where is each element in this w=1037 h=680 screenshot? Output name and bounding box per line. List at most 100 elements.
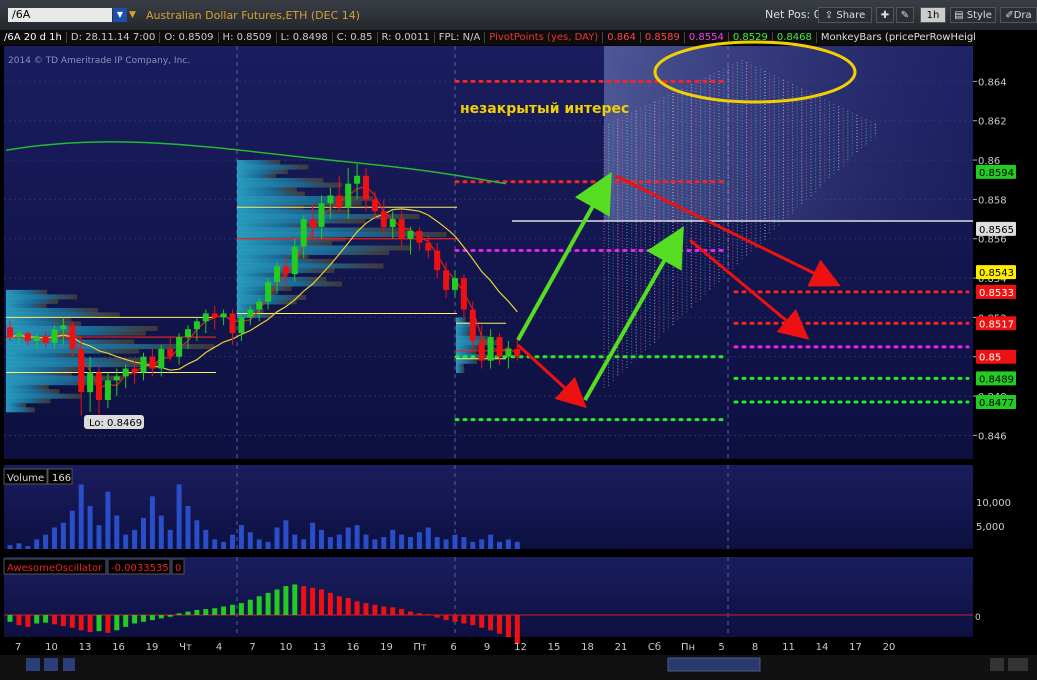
zoom-in-icon[interactable] bbox=[26, 658, 40, 671]
ao-bar bbox=[363, 603, 369, 615]
volume-bar bbox=[96, 525, 102, 549]
wrench-icon[interactable]: ✎ bbox=[896, 7, 914, 23]
price-label-box bbox=[976, 394, 1016, 409]
volume-profile-row bbox=[456, 317, 466, 323]
volume-profile-row bbox=[237, 214, 420, 220]
candle-body bbox=[122, 368, 129, 377]
volume-profile-row bbox=[6, 384, 49, 390]
price-label: 0.8565 bbox=[979, 225, 1014, 236]
svg-text:Lo: 0.8469: Lo: 0.8469 bbox=[89, 418, 142, 429]
volume-bar bbox=[149, 496, 155, 549]
scroll-controls[interactable] bbox=[26, 657, 1028, 672]
bar-close: C: 0.85 bbox=[332, 32, 378, 43]
volume-profile-row bbox=[237, 200, 362, 206]
volume-bar bbox=[16, 543, 22, 549]
volume-profile-row bbox=[237, 276, 327, 282]
ao-bar bbox=[274, 589, 280, 615]
ao-bar bbox=[149, 615, 155, 621]
volume-profile-row bbox=[237, 196, 374, 202]
volume-profile-row bbox=[237, 290, 277, 296]
pivot-label[interactable]: PivotPoints (yes, DAY) bbox=[485, 32, 604, 43]
crosshair-tool-icon[interactable]: ✚ bbox=[876, 7, 894, 23]
candle-body bbox=[309, 219, 316, 227]
lo-label: Lo: 0.8469 bbox=[84, 415, 144, 429]
drawings-button[interactable]: ✐Dra bbox=[1000, 7, 1037, 23]
volume-bar bbox=[470, 541, 476, 549]
volume-profile-row bbox=[237, 236, 346, 242]
time-tick-label: 4 bbox=[216, 642, 222, 653]
price-tick-label: 0.852 bbox=[978, 313, 1007, 324]
volume-profile-row bbox=[237, 254, 309, 260]
ao-bar bbox=[96, 615, 102, 632]
toolbar: /6A ▼ ▼ Australian Dollar Futures,ETH (D… bbox=[0, 0, 1037, 30]
volume-profile-row bbox=[456, 358, 478, 364]
candle-body bbox=[220, 313, 227, 318]
expand-icon[interactable] bbox=[1008, 658, 1028, 671]
ao-zero: 0 bbox=[175, 563, 181, 574]
candle-body bbox=[7, 327, 13, 338]
ao-bar bbox=[167, 615, 173, 617]
ao-bar bbox=[443, 615, 449, 621]
volume-panel-bg bbox=[4, 465, 973, 549]
volume-bar bbox=[283, 520, 289, 549]
net-position: Net Pos: 0 bbox=[765, 8, 821, 21]
volume-bar bbox=[25, 546, 31, 549]
volume-profile-row bbox=[456, 354, 488, 360]
volume-profile-row bbox=[237, 285, 292, 291]
volume-profile-row bbox=[237, 240, 333, 246]
ao-bar bbox=[336, 596, 342, 615]
candle-body bbox=[398, 219, 405, 239]
symbol-options-icon[interactable]: ▼ bbox=[129, 8, 139, 22]
ao-bar bbox=[185, 611, 191, 615]
candle-body bbox=[443, 270, 450, 290]
scroll-right-icon[interactable] bbox=[990, 658, 1004, 671]
price-tick-label: 0.856 bbox=[978, 235, 1007, 246]
zoom-out-icon[interactable] bbox=[44, 658, 58, 671]
volume-profile-row bbox=[6, 298, 59, 304]
ao-bar bbox=[497, 615, 502, 634]
time-tick-label: 18 bbox=[581, 642, 594, 653]
candle-body bbox=[371, 199, 378, 212]
share-button[interactable]: ⇪ Share bbox=[818, 7, 872, 23]
volume-profile-row bbox=[456, 344, 479, 351]
style-icon: ▤ bbox=[954, 10, 964, 21]
chart-canvas[interactable]: 0.8460.8480.850.8520.8540.8560.8580.860.… bbox=[0, 0, 1037, 680]
pan-hand-icon[interactable] bbox=[63, 658, 75, 671]
volume-profile-row bbox=[6, 380, 103, 386]
monkeybars-label[interactable]: MonkeyBars (pricePerRowHeight... bbox=[816, 32, 975, 43]
volume-profile-row bbox=[6, 335, 82, 341]
volume-bar bbox=[434, 537, 440, 549]
volume-profile-row bbox=[237, 231, 447, 237]
volume-value: 166 bbox=[52, 473, 71, 484]
volume-profile-row bbox=[6, 307, 99, 313]
volume-bar bbox=[167, 529, 173, 549]
price-axis-bg bbox=[973, 46, 1037, 459]
volume-bar bbox=[479, 539, 485, 549]
time-tick-label: 14 bbox=[816, 642, 829, 653]
volume-bar bbox=[247, 532, 253, 549]
moving-average-line bbox=[9, 208, 518, 371]
candle-body bbox=[363, 175, 369, 200]
ao-bar bbox=[230, 604, 235, 615]
candle-body bbox=[158, 348, 165, 369]
volume-bar bbox=[505, 539, 511, 549]
ao-bar bbox=[256, 596, 262, 615]
volume-profile-row bbox=[6, 407, 35, 413]
time-tick-label: 8 bbox=[752, 642, 758, 653]
time-tick-label: 12 bbox=[514, 642, 527, 653]
candle-body bbox=[345, 183, 352, 208]
time-tick-label: 16 bbox=[112, 642, 125, 653]
symbol-input[interactable]: /6A bbox=[8, 8, 112, 22]
volume-bar bbox=[408, 537, 413, 549]
volume-bar bbox=[69, 510, 75, 549]
symbol-dropdown-icon[interactable]: ▼ bbox=[113, 8, 127, 22]
ao-bar bbox=[203, 609, 209, 615]
time-tick-label: 13 bbox=[79, 642, 92, 653]
timeframe-button[interactable]: 1h bbox=[920, 7, 946, 23]
style-button[interactable]: ▤ Style bbox=[950, 7, 996, 23]
price-label: 0.8594 bbox=[979, 168, 1014, 179]
scroll-thumb[interactable] bbox=[667, 657, 761, 672]
volume-bar bbox=[123, 534, 129, 549]
volume-profile-row bbox=[237, 303, 263, 309]
volume-bar bbox=[212, 539, 218, 549]
